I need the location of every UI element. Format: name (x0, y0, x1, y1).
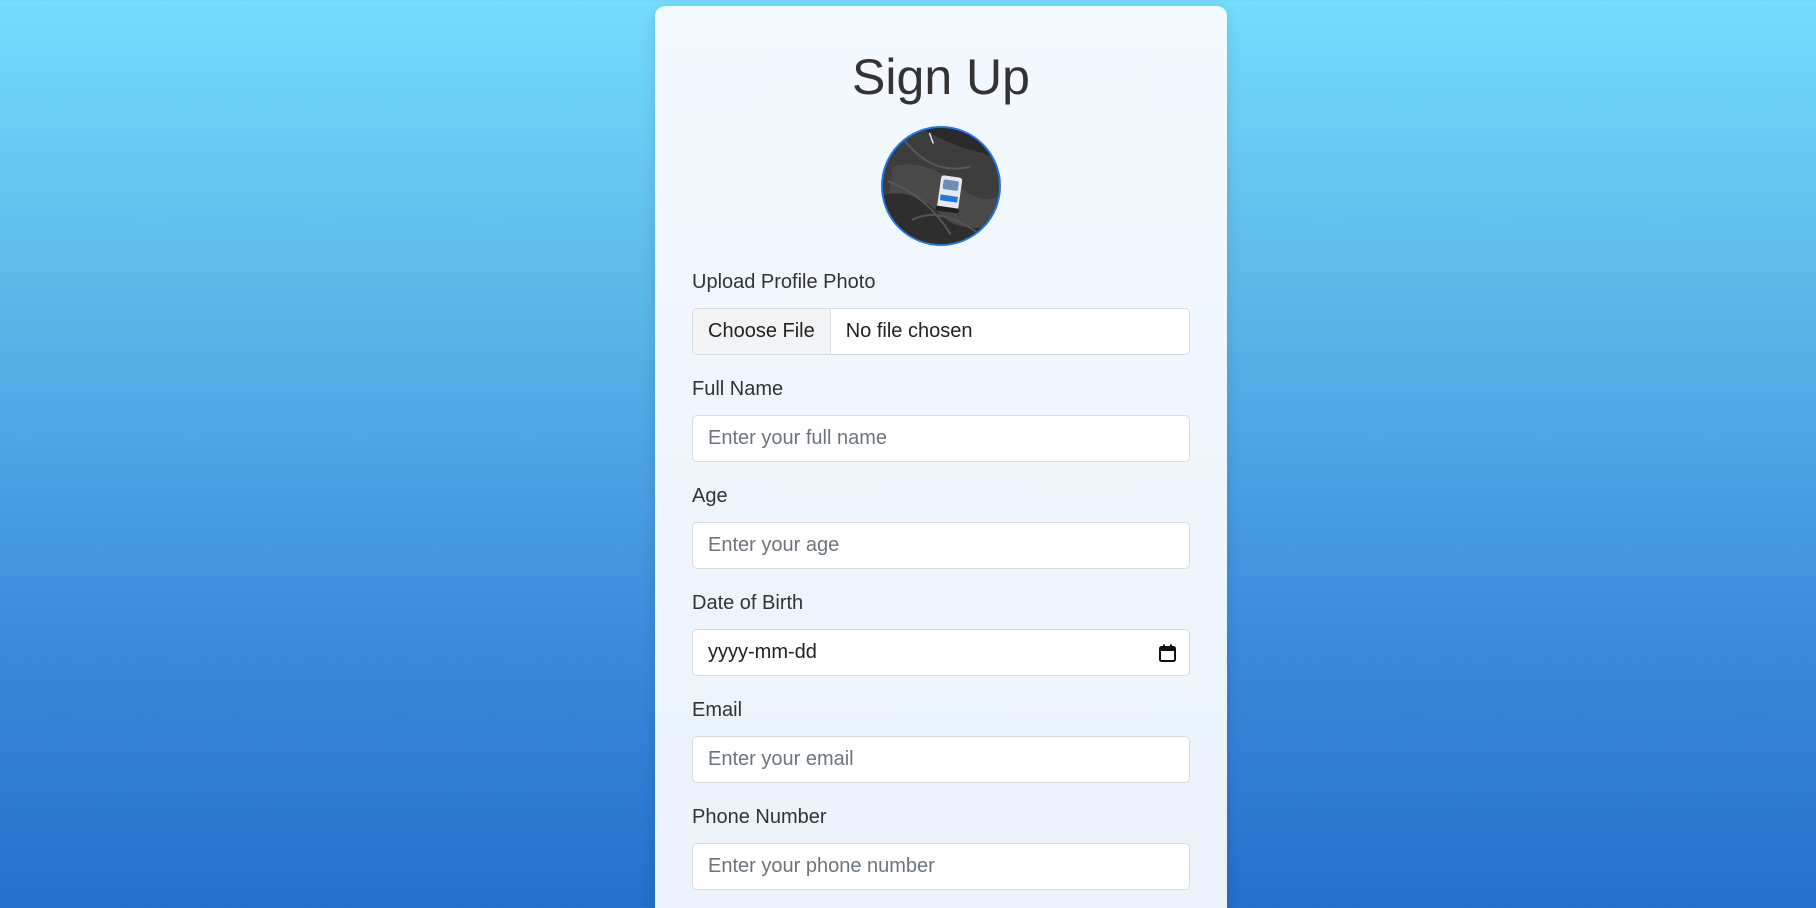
avatar-container (692, 126, 1190, 246)
dob-input[interactable]: yyyy-mm-dd (692, 629, 1190, 676)
upload-photo-field: Upload Profile Photo Choose File No file… (692, 270, 1190, 355)
choose-file-button[interactable]: Choose File (693, 309, 831, 354)
phone-field: Phone Number (692, 805, 1190, 890)
full-name-label: Full Name (692, 378, 784, 400)
file-status-text: No file chosen (845, 320, 973, 342)
email-label: Email (692, 699, 743, 721)
email-input[interactable] (692, 736, 1190, 783)
profile-photo-avatar (881, 126, 1001, 246)
file-input[interactable]: Choose File No file chosen (692, 308, 1190, 355)
upload-photo-label: Upload Profile Photo (692, 271, 876, 293)
age-field: Age (692, 484, 1190, 569)
phone-label: Phone Number (692, 806, 827, 828)
profile-photo-image (883, 128, 999, 244)
full-name-field: Full Name (692, 377, 1190, 462)
signup-card: Sign Up Upload Profile Photo Choose File (655, 6, 1227, 908)
dob-label: Date of Birth (692, 592, 804, 614)
dob-field: Date of Birth yyyy-mm-dd (692, 591, 1190, 676)
page-title: Sign Up (852, 49, 1030, 105)
email-field: Email (692, 698, 1190, 783)
full-name-input[interactable] (692, 415, 1190, 462)
dob-format-text: yyyy-mm-dd (708, 641, 817, 663)
phone-input[interactable] (692, 843, 1190, 890)
age-input[interactable] (692, 522, 1190, 569)
calendar-icon[interactable] (1157, 643, 1177, 663)
age-label: Age (692, 485, 728, 507)
